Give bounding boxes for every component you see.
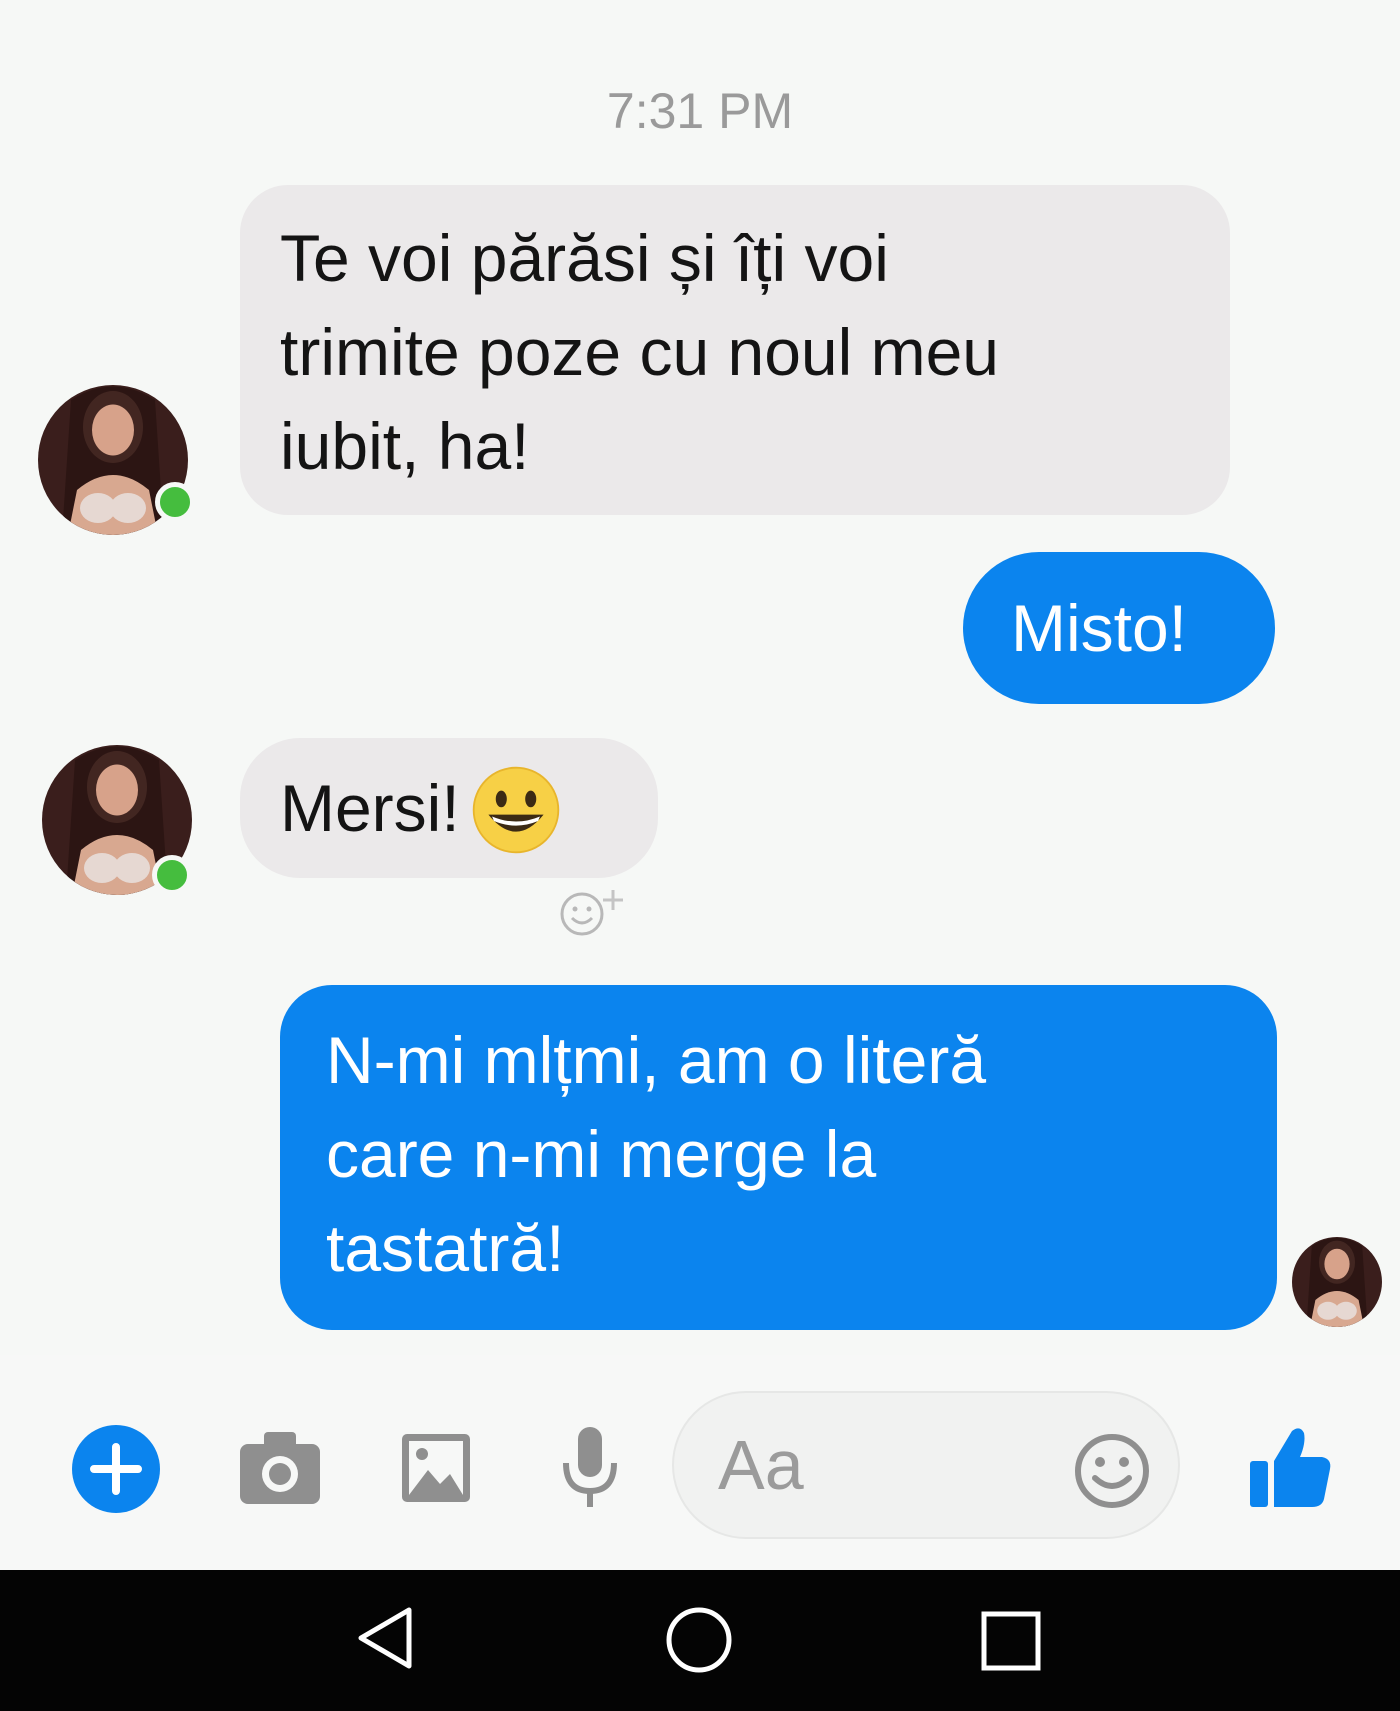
message-text-line: care n-mi merge la [326, 1117, 877, 1191]
message-input-placeholder: Aa [718, 1426, 804, 1504]
incoming-message-bubble[interactable]: Te voi părăsi și îți voi trimite poze cu… [240, 185, 1230, 515]
message-text-line: Misto! [1011, 591, 1188, 665]
read-receipt-avatar [1292, 1237, 1382, 1327]
recents-icon[interactable] [980, 1610, 1042, 1672]
emoji-icon[interactable] [1073, 1432, 1151, 1510]
message-text-line: Mersi! [280, 771, 460, 845]
message-text-line: tastatră! [326, 1211, 565, 1285]
incoming-message-bubble[interactable]: Mersi! [240, 738, 658, 878]
grinning-face-emoji [472, 766, 559, 853]
home-icon[interactable] [664, 1605, 734, 1675]
message-text-line: trimite poze cu noul meu [280, 315, 1000, 389]
online-status-dot [152, 855, 192, 895]
conversation-area[interactable]: 7:31 PM Te voi părăsi și îți voi trimite… [0, 0, 1400, 1355]
add-reaction-icon[interactable] [555, 882, 645, 942]
thumbs-up-icon[interactable] [1248, 1423, 1332, 1509]
online-status-dot [155, 482, 195, 522]
back-icon[interactable] [355, 1605, 415, 1671]
outgoing-message-bubble[interactable]: Misto! [963, 552, 1275, 704]
message-text-line: Te voi părăsi și îți voi [280, 221, 889, 295]
plus-icon[interactable] [70, 1423, 162, 1515]
microphone-icon[interactable] [560, 1425, 620, 1511]
outgoing-message-bubble[interactable]: N-mi mlțmi, am o literă care n-mi merge … [280, 985, 1277, 1330]
message-text-line: N-mi mlțmi, am o literă [326, 1023, 987, 1097]
message-text-line: iubit, ha! [280, 409, 530, 483]
camera-icon[interactable] [238, 1428, 322, 1508]
image-icon[interactable] [400, 1432, 472, 1504]
avatar-photo [1292, 1237, 1382, 1327]
message-timestamp: 7:31 PM [606, 83, 794, 139]
